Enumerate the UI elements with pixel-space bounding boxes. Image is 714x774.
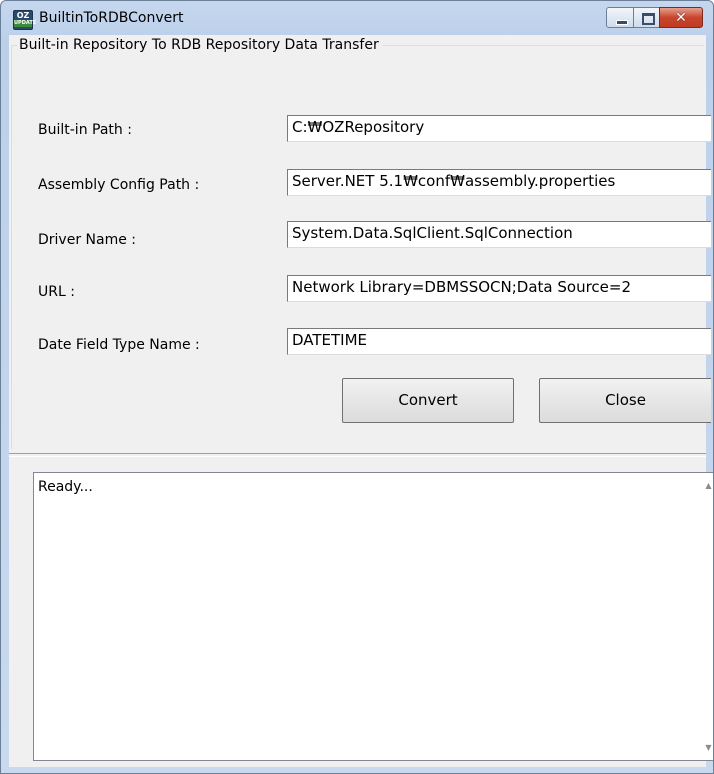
convert-button[interactable]: Convert: [342, 378, 514, 423]
builtin-path-input[interactable]: C:₩OZRepository: [287, 115, 711, 142]
date-field-type-name-input[interactable]: DATETIME: [287, 328, 711, 355]
close-icon: ✕: [675, 10, 687, 26]
url-input[interactable]: Network Library=DBMSSOCN;Data Source=2: [287, 275, 711, 302]
close-window-button[interactable]: ✕: [659, 7, 703, 28]
date-field-type-name-label: Date Field Type Name :: [38, 337, 200, 353]
close-button[interactable]: Close: [539, 378, 711, 423]
window-title: BuiltinToRDBConvert: [39, 10, 184, 26]
assembly-config-path-label: Assembly Config Path :: [38, 177, 200, 193]
minimize-button[interactable]: [606, 7, 634, 28]
app-icon-text: OZ: [16, 11, 30, 20]
builtin-path-label: Built-in Path :: [38, 122, 132, 138]
client-area: Built-in Repository To RDB Repository Da…: [9, 35, 713, 767]
app-icon: OZ UPDATE: [13, 10, 37, 30]
minimize-icon: [616, 20, 628, 25]
driver-name-input[interactable]: System.Data.SqlClient.SqlConnection: [287, 221, 711, 248]
app-icon-subtext: UPDATE: [14, 20, 37, 27]
log-textarea[interactable]: Ready... ▲ ▼: [33, 472, 713, 761]
url-label: URL :: [38, 284, 75, 300]
scroll-up-arrow-icon[interactable]: ▲: [700, 477, 713, 494]
log-text: Ready...: [38, 479, 93, 495]
separator: [9, 453, 706, 457]
app-window: OZ UPDATE BuiltinToRDBConvert ✕ Built-in…: [0, 0, 714, 774]
title-bar[interactable]: OZ UPDATE BuiltinToRDBConvert ✕: [1, 1, 713, 35]
assembly-config-path-input[interactable]: Server.NET 5.1₩conf₩assembly.properties: [287, 169, 711, 196]
groupbox-legend: Built-in Repository To RDB Repository Da…: [17, 37, 383, 53]
log-scrollbar[interactable]: ▲ ▼: [700, 473, 713, 760]
maximize-button[interactable]: [633, 7, 660, 28]
scroll-down-arrow-icon[interactable]: ▼: [700, 739, 713, 756]
maximize-icon: [642, 13, 655, 25]
transfer-groupbox: Built-in Repository To RDB Repository Da…: [9, 35, 711, 453]
driver-name-label: Driver Name :: [38, 232, 136, 248]
